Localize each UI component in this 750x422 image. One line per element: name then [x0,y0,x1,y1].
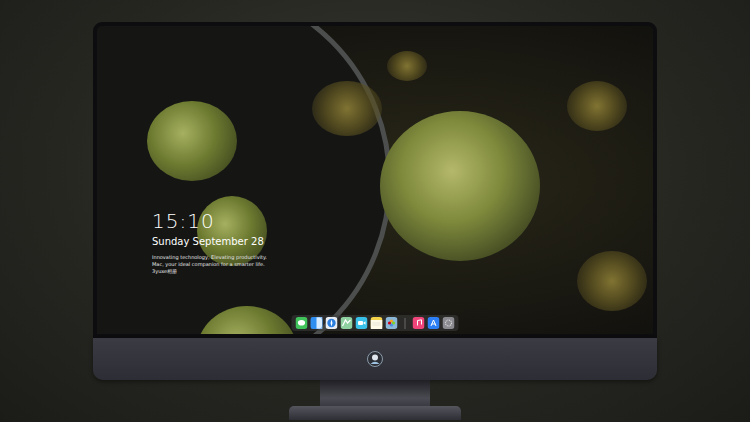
monitor-stand-base [289,406,461,420]
music-icon[interactable] [413,317,425,329]
wallpaper-cactus [380,111,540,261]
system-settings-icon[interactable] [443,317,455,329]
finder-icon[interactable] [311,317,323,329]
monitor: 15:10 Sunday September 28 Innovating techn… [93,22,657,422]
notes-icon[interactable] [371,317,383,329]
screen: 15:10 Sunday September 28 Innovating techn… [97,26,653,334]
wallpaper-pot [97,26,392,334]
app-store-icon[interactable] [428,317,440,329]
monitor-chin [93,338,657,380]
monitor-stand-neck [320,380,430,406]
lock-screen-info: 15:10 Sunday September 28 Innovating techn… [152,210,272,274]
brand-logo-icon [367,351,383,367]
screen-bezel: 15:10 Sunday September 28 Innovating techn… [93,22,657,338]
maps-icon[interactable] [341,317,353,329]
tagline: Innovating technology, Elevating product… [152,254,272,274]
desktop-mockup: 15:10 Sunday September 28 Innovating techn… [0,0,750,422]
dock [292,315,459,331]
dock-separator [405,318,406,329]
safari-icon[interactable] [326,317,338,329]
clock-date: Sunday September 28 [152,235,272,248]
facetime-icon[interactable] [356,317,368,329]
clock-time: 15:10 [152,210,272,232]
photos-icon[interactable] [386,317,398,329]
messages-icon[interactable] [296,317,308,329]
